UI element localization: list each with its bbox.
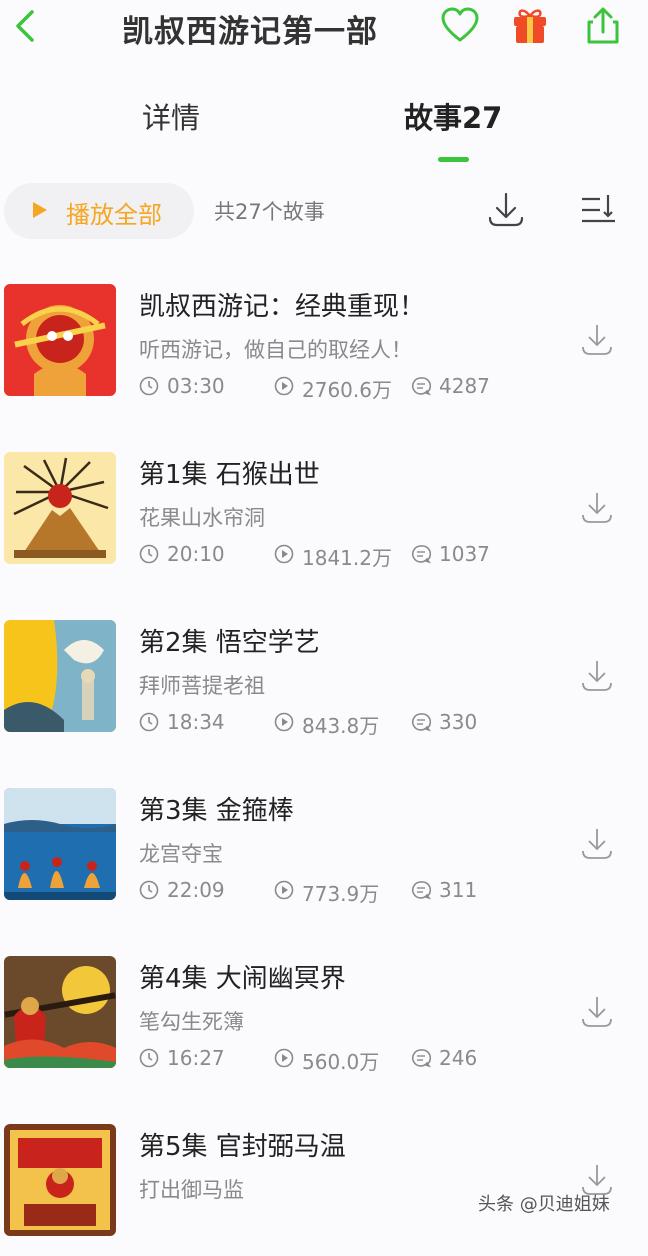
comment-icon — [412, 881, 431, 900]
download-button[interactable] — [580, 826, 614, 862]
monkey-king-illustration — [4, 284, 116, 396]
download-all-button[interactable] — [486, 190, 526, 230]
clock-icon — [139, 544, 159, 564]
clock-icon — [139, 880, 159, 900]
play-count: 843.8万 — [302, 714, 380, 738]
comment-count: 330 — [439, 710, 478, 734]
sort-icon — [582, 195, 615, 223]
story-thumbnail — [4, 1124, 116, 1236]
story-subtitle: 花果山水帘洞 — [139, 506, 265, 530]
play-count-icon — [274, 1048, 294, 1068]
duration: 03:30 — [167, 374, 225, 398]
download-button[interactable] — [580, 658, 614, 694]
comment-count: 246 — [439, 1046, 478, 1070]
story-item[interactable]: 第2集 悟空学艺 拜师菩提老祖 18:34 843.8万 330 — [0, 602, 648, 752]
story-subtitle: 听西游记，做自己的取经人！ — [139, 338, 412, 362]
story-subtitle: 打出御马监 — [139, 1178, 244, 1202]
sort-button[interactable] — [580, 192, 618, 228]
gift-icon — [514, 9, 546, 43]
play-count: 1841.2万 — [302, 546, 392, 570]
dragon-palace-illustration — [4, 788, 116, 900]
tab-details[interactable]: 详情 — [142, 95, 200, 137]
clock-icon — [139, 712, 159, 732]
comment-icon — [412, 1049, 431, 1068]
share-button[interactable] — [583, 6, 623, 46]
download-icon — [582, 325, 612, 355]
tab-stories[interactable]: 故事27 — [404, 95, 502, 137]
story-title: 第5集 官封弼马温 — [139, 1132, 346, 1162]
play-count-icon — [274, 712, 294, 732]
clock-icon — [139, 1048, 159, 1068]
story-title: 第1集 石猴出世 — [139, 460, 320, 490]
download-icon — [488, 192, 524, 227]
comment-count: 311 — [439, 878, 478, 902]
story-title: 凯叔西游记：经典重现！ — [139, 292, 426, 322]
comment-icon — [412, 713, 431, 732]
story-thumbnail — [4, 788, 116, 900]
play-count-icon — [274, 376, 294, 396]
download-icon — [582, 997, 612, 1027]
story-subtitle: 笔勾生死簿 — [139, 1010, 244, 1034]
story-stats: 16:27 560.0万 246 — [139, 1044, 559, 1074]
story-title: 第2集 悟空学艺 — [139, 628, 320, 658]
download-button[interactable] — [580, 994, 614, 1030]
story-stats: 03:30 2760.6万 4287 — [139, 372, 559, 402]
chevron-left-icon — [16, 10, 34, 42]
download-button[interactable] — [580, 490, 614, 526]
watermark: 头条 @贝迪姐妹 — [478, 1194, 610, 1215]
duration: 16:27 — [167, 1046, 225, 1070]
story-thumbnail — [4, 620, 116, 732]
play-icon — [33, 202, 47, 218]
comment-count: 1037 — [439, 542, 490, 566]
imperial-stable-illustration — [4, 1124, 116, 1236]
active-tab-indicator — [438, 157, 469, 162]
duration: 22:09 — [167, 878, 225, 902]
download-icon — [582, 493, 612, 523]
story-stats: 18:34 843.8万 330 — [139, 708, 559, 738]
tab-bar: 详情 故事27 — [0, 95, 648, 165]
story-count: 共27个故事 — [214, 200, 325, 224]
duration: 20:10 — [167, 542, 225, 566]
heart-icon — [441, 7, 479, 42]
story-item[interactable]: 第3集 金箍棒 龙宫夺宝 22:09 773.9万 311 — [0, 770, 648, 920]
top-bar: 凯叔西游记第一部 — [0, 0, 648, 60]
play-count-icon — [274, 880, 294, 900]
play-count: 2760.6万 — [302, 378, 392, 402]
stone-monkey-illustration — [4, 452, 116, 564]
story-title: 第4集 大闹幽冥界 — [139, 964, 346, 994]
story-item[interactable]: 第5集 官封弼马温 打出御马监 — [0, 1106, 648, 1256]
story-item[interactable]: 凯叔西游记：经典重现！ 听西游记，做自己的取经人！ 03:30 2760.6万 … — [0, 266, 648, 416]
story-item[interactable]: 第1集 石猴出世 花果山水帘洞 20:10 1841.2万 1037 — [0, 434, 648, 584]
comment-icon — [412, 545, 431, 564]
story-thumbnail — [4, 956, 116, 1068]
story-stats: 22:09 773.9万 311 — [139, 876, 559, 906]
play-all-label: 播放全部 — [66, 201, 162, 229]
story-thumbnail — [4, 452, 116, 564]
learning-skills-illustration — [4, 620, 116, 732]
story-subtitle: 拜师菩提老祖 — [139, 674, 265, 698]
story-subtitle: 龙宫夺宝 — [139, 842, 223, 866]
download-icon — [582, 829, 612, 859]
gift-button[interactable] — [510, 6, 550, 46]
story-item[interactable]: 第4集 大闹幽冥界 笔勾生死簿 16:27 560.0万 246 — [0, 938, 648, 1088]
story-title: 第3集 金箍棒 — [139, 796, 294, 826]
comment-icon — [412, 377, 431, 396]
story-thumbnail — [4, 284, 116, 396]
download-icon — [582, 661, 612, 691]
play-all-button[interactable]: 播放全部 — [4, 183, 194, 239]
play-count: 773.9万 — [302, 882, 380, 906]
comment-count: 4287 — [439, 374, 490, 398]
favorite-button[interactable] — [440, 6, 480, 46]
download-button[interactable] — [580, 322, 614, 358]
duration: 18:34 — [167, 710, 225, 734]
play-count-icon — [274, 544, 294, 564]
back-button[interactable] — [8, 6, 44, 46]
story-stats: 20:10 1841.2万 1037 — [139, 540, 559, 570]
share-icon — [587, 7, 619, 44]
underworld-illustration — [4, 956, 116, 1068]
clock-icon — [139, 376, 159, 396]
page-title: 凯叔西游记第一部 — [122, 14, 378, 50]
play-count: 560.0万 — [302, 1050, 380, 1074]
